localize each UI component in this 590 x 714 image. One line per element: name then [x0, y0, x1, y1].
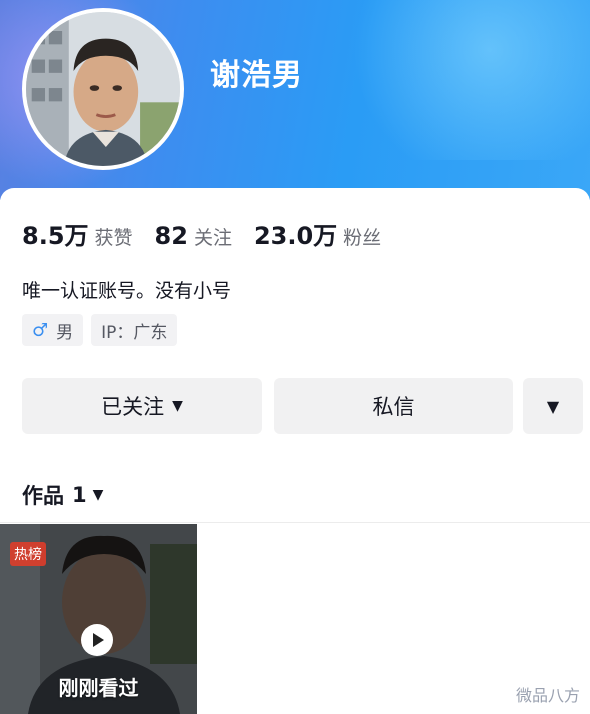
- works-label: 作品: [22, 484, 64, 508]
- gender-tag: ♂ 男: [22, 314, 84, 346]
- stat-following-label: 关注: [193, 227, 232, 249]
- stat-following[interactable]: 82 关注: [155, 222, 232, 250]
- caret-down-icon: ▼: [172, 398, 183, 414]
- stat-likes-count: 8.5万: [22, 222, 89, 250]
- stat-following-count: 82: [154, 222, 188, 250]
- works-tab[interactable]: 作品 1 ▼: [22, 480, 103, 510]
- stat-followers-label: 粉丝: [343, 227, 382, 249]
- divider: [0, 522, 590, 523]
- profile-stats: 8.5万 获赞 82 关注 23.0万 粉丝: [22, 216, 403, 251]
- stat-likes-label: 获赞: [94, 227, 133, 249]
- ip-label: IP：广东: [101, 322, 168, 343]
- recently-watched-label: 刚刚看过: [58, 676, 139, 700]
- profile-tags: ♂ 男 IP：广东: [22, 314, 185, 346]
- followed-button[interactable]: 已关注 ▼: [22, 378, 262, 434]
- profile-nickname: 谢浩男: [210, 58, 303, 93]
- avatar[interactable]: [22, 8, 184, 170]
- caret-down-icon: ▼: [92, 487, 104, 503]
- more-button[interactable]: ▼: [523, 378, 583, 434]
- play-icon[interactable]: [81, 624, 113, 656]
- stat-followers-count: 23.0万: [253, 222, 338, 250]
- hot-list-badge: 热榜: [10, 542, 46, 566]
- ip-tag: IP：广东: [91, 314, 178, 346]
- works-count: 1: [72, 483, 87, 507]
- followed-button-label: 已关注: [101, 395, 165, 419]
- header-glow: [330, 0, 590, 160]
- message-button[interactable]: 私信: [274, 378, 513, 434]
- watermark: 微品八方: [515, 686, 580, 705]
- profile-bio: 唯一认证账号。没有小号: [22, 280, 232, 302]
- message-button-label: 私信: [372, 395, 415, 419]
- play-triangle: [93, 633, 104, 647]
- male-icon: ♂: [32, 319, 49, 341]
- gender-label: 男: [56, 322, 74, 343]
- video-thumbnail[interactable]: 热榜 刚刚看过: [0, 524, 197, 714]
- avatar-photo: [26, 12, 180, 166]
- stat-followers[interactable]: 23.0万 粉丝: [254, 216, 381, 251]
- stat-likes[interactable]: 8.5万 获赞: [22, 216, 133, 251]
- caret-down-icon: ▼: [546, 396, 560, 416]
- profile-card: 8.5万 获赞 82 关注 23.0万 粉丝 唯一认证账号。没有小号 ♂ 男 I…: [0, 188, 590, 714]
